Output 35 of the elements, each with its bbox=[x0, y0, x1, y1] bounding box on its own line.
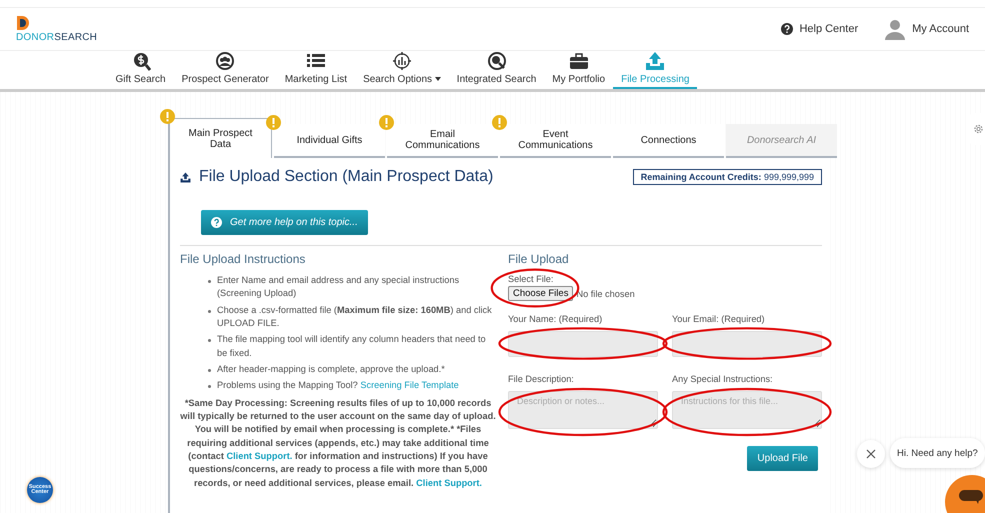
section-title: File Upload Section (Main Prospect Data) bbox=[199, 168, 494, 186]
instruction-item: Problems using the Mapping Tool? Screening File Template bbox=[217, 379, 459, 392]
choose-files-button[interactable]: Choose Files bbox=[508, 286, 574, 301]
field-label: Your Email: (Required) bbox=[672, 314, 765, 324]
account-menu[interactable]: My Account bbox=[912, 23, 969, 35]
upload-heading: File Upload bbox=[508, 252, 570, 266]
nav-item[interactable]: Search Options bbox=[355, 51, 449, 89]
field-label: File Description: bbox=[508, 374, 574, 384]
tab[interactable]: Connections bbox=[613, 124, 724, 158]
nav-item[interactable]: Gift Search bbox=[108, 51, 174, 89]
instruction-item: After header-mapping is complete, approve the upload.* bbox=[217, 363, 445, 376]
chat-message: Hi. Need any help? bbox=[890, 438, 985, 468]
instruction-item: The file mapping tool will identify any column headers that need to be fixed. bbox=[217, 333, 487, 360]
nav-item[interactable]: Marketing List bbox=[276, 51, 356, 89]
instructions-heading: File Upload Instructions bbox=[180, 252, 306, 266]
text-area[interactable]: Instructions for this file... bbox=[672, 391, 822, 429]
text-area[interactable]: Description or notes... bbox=[508, 391, 658, 429]
tab[interactable]: Email Communications bbox=[387, 124, 498, 158]
instruction-item: Enter Name and email address and any special instructions (Screening Upload) bbox=[217, 274, 460, 300]
field-label: Your Name: (Required) bbox=[508, 314, 602, 324]
field-label: Any Special Instructions: bbox=[672, 374, 773, 384]
logo-text: DONORSEARCH bbox=[16, 32, 98, 43]
nav-item[interactable]: Prospect Generator bbox=[174, 51, 277, 89]
nav-item[interactable]: My Portfolio bbox=[544, 51, 614, 89]
nav-item[interactable]: Integrated Search bbox=[448, 51, 544, 89]
help-center-link[interactable]: Help Center bbox=[799, 23, 858, 35]
tab[interactable]: Main Prospect Data bbox=[168, 118, 272, 158]
tab[interactable]: Event Communications bbox=[500, 124, 611, 158]
tab[interactable]: Individual Gifts bbox=[274, 124, 385, 158]
instruction-item: Choose a .csv-formatted file (Maximum file size: 160MB) and click UPLOAD FILE. bbox=[217, 304, 493, 330]
help-button[interactable]: Get more help on this topic... bbox=[201, 210, 368, 235]
upload-button[interactable]: Upload File bbox=[747, 446, 818, 471]
processing-note: *Same Day Processing: Screening results files of up to 10,000 records will typically be returned to the user account on the same day of upload. You will be notified by email when processing is complete.* *Files requiring additional services (appends, etc.) may take additional time (contact Client Support. for information and instructions) If you have questions/concerns, are ready to process a file with more than 5,000 records, or need additional services, please email. Client Support. bbox=[180, 396, 496, 490]
field-label: Select File: bbox=[508, 274, 554, 284]
credits-badge: Remaining Account Credits: 999,999,999 bbox=[632, 169, 822, 185]
